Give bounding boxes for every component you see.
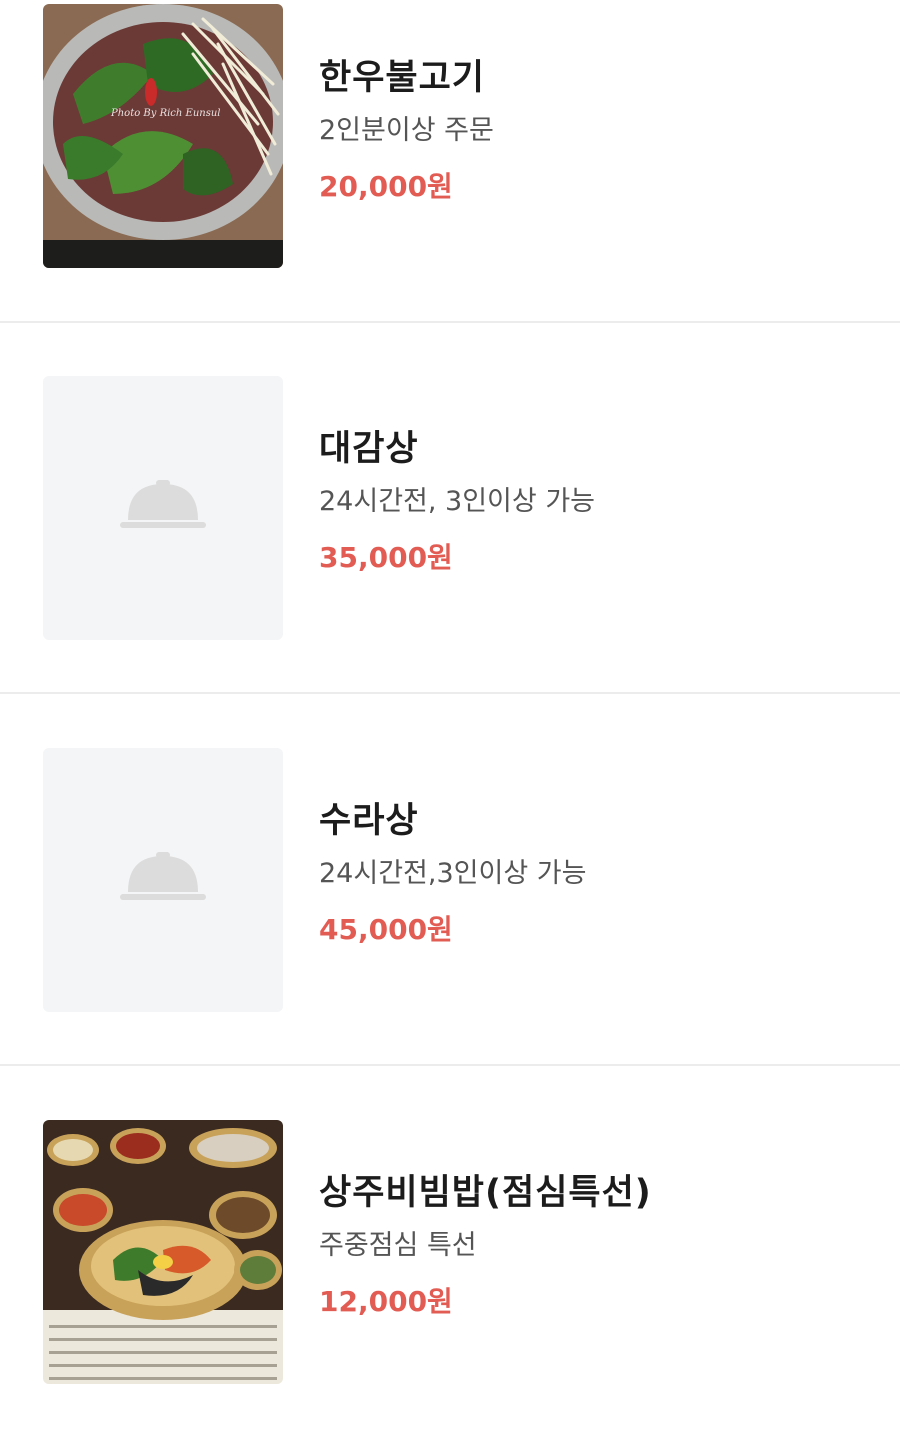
menu-item[interactable]: 수라상 24시간전,3인이상 가능 45,000원: [0, 694, 900, 1064]
image-placeholder: [43, 376, 283, 640]
bibimbap-photo: [43, 1120, 283, 1384]
menu-item-price: 45,000원: [319, 913, 453, 946]
image-placeholder: [43, 748, 283, 1012]
menu-item[interactable]: Photo By Rich Eunsul 한우불고기 2인분이상 주문 20,0…: [0, 0, 900, 370]
menu-item-price: 12,000원: [319, 1285, 453, 1318]
menu-item-description: 2인분이상 주문: [319, 115, 494, 146]
menu-item-description: 24시간전,3인이상 가능: [319, 858, 587, 889]
menu-item-price: 20,000원: [319, 170, 453, 203]
bulgogi-photo: Photo By Rich Eunsul: [43, 4, 283, 268]
menu-item-info: 한우불고기 2인분이상 주문 20,000원: [319, 56, 494, 204]
menu-item[interactable]: 상주비빔밥(점심특선) 주중점심 특선 12,000원: [0, 1066, 900, 1436]
menu-item-description: 24시간전, 3인이상 가능: [319, 486, 596, 517]
menu-item-price: 35,000원: [319, 541, 453, 574]
menu-item-description: 주중점심 특선: [319, 1230, 477, 1261]
menu-item-name: 한우불고기: [319, 58, 486, 98]
menu-item-name: 대감상: [319, 429, 419, 469]
menu-item-name: 수라상: [319, 801, 419, 841]
menu-item-info: 수라상 24시간전,3인이상 가능 45,000원: [319, 799, 586, 947]
menu-item-info: 대감상 24시간전, 3인이상 가능 35,000원: [319, 427, 595, 575]
food-cloche-icon: [120, 480, 206, 528]
food-cloche-icon: [120, 852, 206, 900]
menu-item-info: 상주비빔밥(점심특선) 주중점심 특선 12,000원: [319, 1171, 652, 1319]
watermark-text: Photo By Rich Eunsul: [110, 108, 220, 119]
menu-item[interactable]: 대감상 24시간전, 3인이상 가능 35,000원: [0, 323, 900, 693]
menu-list: Photo By Rich Eunsul 한우불고기 2인분이상 주문 20,0…: [0, 0, 900, 1399]
menu-item-name: 상주비빔밥(점심특선): [319, 1173, 652, 1213]
